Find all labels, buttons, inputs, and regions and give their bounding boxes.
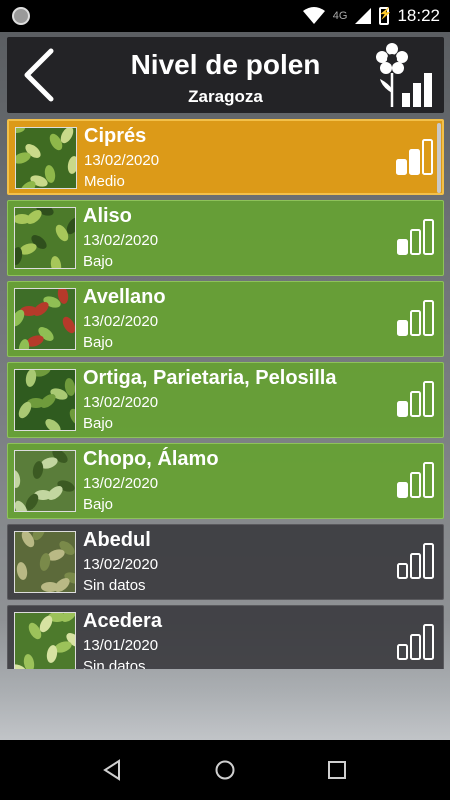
app-header: Nivel de polen Zaragoza: [7, 37, 444, 113]
plant-date: 13/02/2020: [83, 313, 159, 330]
level-bars-icon: [397, 381, 434, 417]
square-recents-icon[interactable]: [325, 758, 349, 782]
circle-home-icon[interactable]: [213, 758, 237, 782]
plant-date: 13/02/2020: [83, 556, 159, 573]
pollen-level: Medio: [84, 173, 125, 190]
plant-name: Chopo, Álamo: [83, 448, 219, 470]
plant-name: Abedul: [83, 529, 151, 551]
plant-name: Avellano: [83, 286, 166, 308]
plant-name: Ciprés: [84, 125, 147, 147]
clock: 18:22: [397, 6, 440, 25]
plant-date: 13/01/2020: [83, 637, 159, 654]
plant-thumbnail: [14, 369, 76, 431]
plant-row[interactable]: Aliso 13/02/2020 Bajo: [7, 200, 444, 276]
plant-thumbnail: [14, 450, 76, 512]
cell-signal-icon: [355, 8, 372, 24]
plant-row[interactable]: Acedera 13/01/2020 Sin datos: [7, 605, 444, 669]
pollen-level: Bajo: [83, 334, 114, 351]
plant-name: Ortiga, Parietaria, Pelosilla: [83, 367, 337, 389]
plant-thumbnail: [14, 531, 76, 593]
pollen-level: Bajo: [83, 415, 114, 432]
level-bars-icon: [397, 462, 434, 498]
level-bars-icon: [397, 219, 434, 255]
plant-row[interactable]: Chopo, Álamo 13/02/2020 Bajo: [7, 443, 444, 519]
plant-thumbnail: [14, 288, 76, 350]
level-bars-icon: [397, 624, 434, 660]
pollen-level: Bajo: [83, 253, 114, 270]
plant-thumbnail: [15, 127, 77, 189]
plant-list[interactable]: Ciprés 13/02/2020 Medio Aliso 13/02/2020 Bajo…: [7, 119, 444, 669]
plant-thumbnail: [14, 207, 76, 269]
plant-date: 13/02/2020: [83, 232, 159, 249]
flower-levels-icon: [376, 43, 432, 107]
scrollbar[interactable]: [437, 123, 441, 193]
status-bar: 4G 18:22: [0, 0, 450, 32]
system-nav-bar: [0, 740, 450, 800]
app-screen: Nivel de polen Zaragoza Ciprés 13/02/2020…: [0, 32, 450, 740]
plant-date: 13/02/2020: [83, 394, 159, 411]
pollen-level: Bajo: [83, 496, 114, 513]
battery-charging-icon: [378, 7, 392, 25]
plant-date: 13/02/2020: [84, 152, 160, 169]
plant-row[interactable]: Abedul 13/02/2020 Sin datos: [7, 524, 444, 600]
plant-thumbnail: [14, 612, 76, 669]
plant-row[interactable]: Avellano 13/02/2020 Bajo: [7, 281, 444, 357]
triangle-back-icon[interactable]: [100, 758, 124, 782]
notification-dot-icon: [12, 7, 30, 25]
plant-row[interactable]: Ciprés 13/02/2020 Medio: [7, 119, 444, 195]
wifi-icon: [302, 7, 325, 24]
plant-name: Acedera: [83, 610, 162, 632]
plant-name: Aliso: [83, 205, 132, 227]
level-bars-icon: [397, 300, 434, 336]
level-bars-icon: [397, 543, 434, 579]
pollen-level: Sin datos: [83, 658, 146, 669]
network-type: 4G: [332, 10, 348, 22]
plant-row[interactable]: Ortiga, Parietaria, Pelosilla 13/02/2020 B…: [7, 362, 444, 438]
plant-date: 13/02/2020: [83, 475, 159, 492]
pollen-level: Sin datos: [83, 577, 146, 594]
level-bars-icon: [396, 139, 433, 175]
